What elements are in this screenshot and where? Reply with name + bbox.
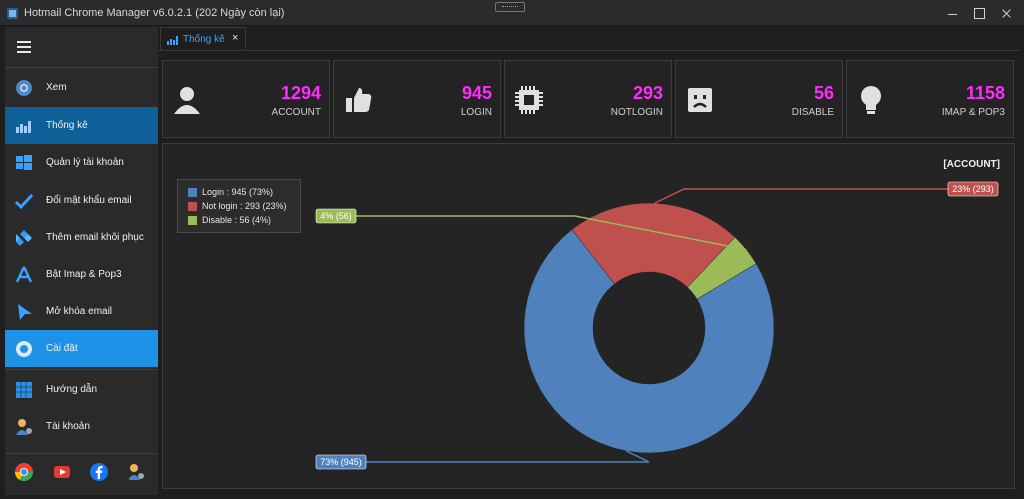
sidebar-item-label: Xem [46,82,67,93]
sidebar-item-label: Thêm email khôi phục [46,232,144,243]
maximize-button[interactable] [964,3,992,23]
window-title: Hotmail Chrome Manager v6.0.2.1 (202 Ngà… [24,7,285,19]
chart-legend: Login : 945 (73%) Not login : 293 (23%) … [177,179,301,233]
tab-label: Thống kê [183,34,225,45]
stat-card-imap-pop3: 1158 IMAP & POP3 [846,60,1014,138]
kodi-icon [16,230,32,246]
stat-card-account: 1294 ACCOUNT [162,60,330,138]
sidebar-divider [5,369,158,370]
chrome-icon[interactable] [14,462,34,482]
user-icon [174,87,200,114]
data-label: 4% (56) [320,211,352,221]
sidebar-item-tai-khoan[interactable]: Tài khoản [5,408,158,445]
sidebar-item-label: Thống kê [46,120,88,131]
stat-value: 293 [632,83,663,103]
legend-text: Login : 945 (73%) [202,187,274,197]
stat-label: LOGIN [460,107,492,118]
chart-title: [ACCOUNT] [943,159,1000,170]
sidebar-item-label: Đổi mật khẩu email [46,195,132,206]
stat-label: ACCOUNT [271,107,321,118]
lightbulb-icon [861,86,881,114]
user-gear-icon[interactable] [126,462,146,482]
sidebar-divider [5,453,158,454]
sidebar-item-doi-mat-khau[interactable]: Đổi mật khẩu email [5,182,158,219]
sidebar-item-label: Mở khóa email [46,306,113,317]
sidebar-item-label: Quản lý tài khoản [46,157,124,168]
unlock-icon [18,304,32,320]
facebook-icon[interactable] [89,462,109,482]
stat-label: NOTLOGIN [610,107,663,118]
stat-value: 1158 [965,83,1005,103]
hamburger-menu-icon[interactable] [17,41,31,53]
stat-card-login: 945 LOGIN [333,60,501,138]
sidebar-item-label: Bật Imap & Pop3 [46,269,122,280]
chart-panel: 73% (945) 23% (293) 4% (56) [ACCOUNT] Logi… [162,143,1015,489]
sidebar-item-label: Tài khoản [46,421,90,432]
tab-thong-ke[interactable]: Thống kê × [160,27,246,50]
stat-value: 945 [461,83,492,103]
sad-face-icon [688,88,712,112]
legend-text: Disable : 56 (4%) [202,215,272,225]
sidebar-item-xem[interactable]: Xem [5,69,158,106]
minimize-button[interactable] [938,3,966,23]
sidebar-item-them-email-khoi-phuc[interactable]: Thêm email khôi phục [5,219,158,256]
check-icon [15,193,33,210]
sidebar-item-label: Hướng dẫn [46,384,98,395]
stat-label: IMAP & POP3 [941,107,1005,118]
sidebar-item-cai-dat[interactable]: Cài đặt [5,330,158,367]
tab-close-icon[interactable]: × [232,32,238,44]
app-icon [7,8,18,19]
stat-value: 56 [813,83,834,103]
sidebar-item-bat-imap-pop3[interactable]: Bật Imap & Pop3 [5,256,158,293]
user-gear-icon [16,419,32,435]
settings-icon [16,341,32,357]
sidebar-item-label: Cài đặt [46,343,78,354]
sidebar: Xem Thống kê Quản lý tài khoản Đổi mật k… [5,27,158,495]
stat-card-disable: 56 DISABLE [675,60,843,138]
drag-grip-icon[interactable] [495,2,525,12]
legend-swatch [188,188,197,197]
sidebar-item-huong-dan[interactable]: Hướng dẫn [5,371,158,408]
thumbs-up-icon [346,88,372,112]
windows-icon [16,155,32,170]
grid-icon [16,382,32,398]
leader-line [654,188,948,204]
chrome-icon [16,80,32,96]
app-store-icon [15,266,33,283]
youtube-icon[interactable] [52,462,72,482]
sidebar-divider [5,67,158,68]
bar-chart-icon [16,121,31,133]
stat-value: 1294 [280,83,321,103]
leader-line [366,450,650,463]
close-button[interactable] [992,3,1020,23]
legend-swatch [188,216,197,225]
data-label: 23% (293) [952,184,994,194]
sidebar-item-quan-ly-tai-khoan[interactable]: Quản lý tài khoản [5,144,158,181]
legend-swatch [188,202,197,211]
data-label: 73% (945) [320,457,362,467]
stat-label: DISABLE [791,107,834,118]
legend-text: Not login : 293 (23%) [202,201,287,211]
sidebar-item-mo-khoa-email[interactable]: Mở khóa email [5,293,158,330]
sidebar-item-thong-ke[interactable]: Thống kê [5,107,158,144]
stat-card-notlogin: 293 NOTLOGIN [504,60,672,138]
bar-chart-icon [167,36,178,45]
chip-icon [515,86,543,114]
title-bar: Hotmail Chrome Manager v6.0.2.1 (202 Ngà… [0,0,1024,26]
